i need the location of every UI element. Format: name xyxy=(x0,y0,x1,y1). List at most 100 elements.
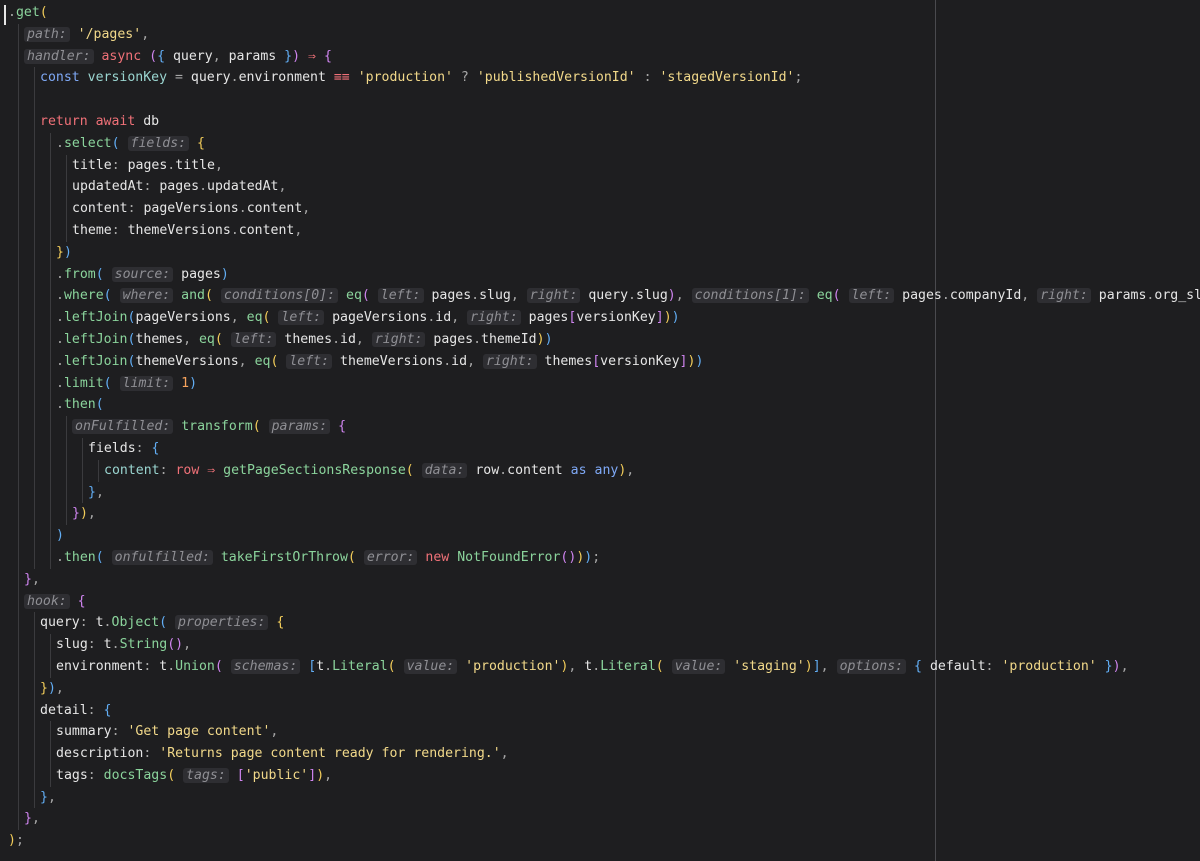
code-token: eq xyxy=(816,288,833,304)
code-token: ) xyxy=(671,310,680,326)
code-token: , xyxy=(500,746,509,762)
code-token: query xyxy=(165,48,213,64)
indent-guide xyxy=(18,416,19,438)
indent-guide xyxy=(18,219,19,242)
code-token: pages xyxy=(425,331,474,347)
indent-guide xyxy=(18,612,19,635)
line-tokens: updatedAt: pages.updatedAt, xyxy=(72,176,286,198)
code-editor[interactable]: .get(path: '/pages', handler: async ({ qu… xyxy=(0,0,1200,861)
inlay-hint: left: xyxy=(278,310,325,326)
code-token: 'production' xyxy=(465,658,561,674)
indent-guide xyxy=(18,328,19,351)
code-token: } xyxy=(40,680,48,696)
indent-guide xyxy=(34,677,35,700)
line-tokens: }, xyxy=(24,569,40,591)
line-tokens: return await db xyxy=(40,111,159,133)
inlay-hint: where: xyxy=(119,288,174,304)
code-token: { xyxy=(151,440,160,456)
code-token: : xyxy=(87,637,96,653)
line-tokens: fields: { xyxy=(88,438,160,460)
code-token: ( xyxy=(167,767,176,783)
line-tokens: .then( xyxy=(56,394,104,416)
indent-guide xyxy=(18,23,19,46)
code-token: } xyxy=(24,571,32,587)
inlay-hint: onFulfilled: xyxy=(72,419,174,435)
line-tokens: }) xyxy=(56,242,72,264)
line-tokens: onFulfilled: transform( params: { xyxy=(72,416,346,438)
inlay-hint: handler: xyxy=(24,48,94,64)
indent-guide xyxy=(66,481,67,504)
indent-guide xyxy=(18,437,19,460)
code-token: row xyxy=(467,462,500,478)
code-token: . xyxy=(592,658,601,674)
code-token: . xyxy=(471,288,480,304)
inlay-hint: hook: xyxy=(24,593,70,609)
code-token: theme xyxy=(72,222,112,238)
code-token: , xyxy=(324,767,333,783)
code-token: ) xyxy=(47,680,56,696)
line-tokens: }, xyxy=(24,808,40,830)
code-token: content xyxy=(238,222,295,238)
code-token: , xyxy=(55,680,64,696)
code-token: fields xyxy=(88,440,136,456)
code-token: : xyxy=(111,222,120,238)
inlay-hint: right: xyxy=(371,331,426,347)
indent-guide xyxy=(18,481,19,504)
code-token: } xyxy=(284,48,293,64)
indent-guide xyxy=(34,176,35,199)
code-token: , xyxy=(467,353,476,369)
code-token: leftJoin xyxy=(63,331,128,347)
indent-guide xyxy=(18,655,19,678)
line-tokens: .get( xyxy=(8,2,48,24)
line-tokens: .select( fields: { xyxy=(56,133,205,155)
indent-guide xyxy=(18,568,19,591)
code-token: id xyxy=(451,353,468,369)
line-tokens: environment: t.Union( schemas: [t.Litera… xyxy=(56,656,1129,678)
code-token: content xyxy=(104,462,160,478)
code-token: ( xyxy=(167,637,176,653)
code-token: ) xyxy=(804,658,813,674)
indent-guide xyxy=(34,655,35,678)
code-token: } xyxy=(40,789,48,805)
code-token: pageVersions xyxy=(135,310,231,326)
line-tokens: hook: { xyxy=(24,591,86,613)
code-token: query xyxy=(182,70,231,86)
indent-guide xyxy=(50,416,51,438)
code-token: ( xyxy=(204,288,213,304)
code-token: return xyxy=(40,113,88,129)
line-tokens: }, xyxy=(40,787,56,809)
code-token: . xyxy=(473,331,482,347)
code-token: [ xyxy=(236,767,245,783)
code-token: . xyxy=(324,658,333,674)
indent-guide xyxy=(50,394,51,417)
indent-guide xyxy=(18,241,19,264)
indent-guide xyxy=(50,634,51,656)
code-token: ( xyxy=(103,375,112,391)
indent-guide xyxy=(50,481,51,504)
inlay-hint: data: xyxy=(421,462,468,478)
indent-guide xyxy=(18,198,19,220)
code-token: environment xyxy=(56,658,144,674)
indent-guide xyxy=(50,328,51,351)
line-tokens: detail: { xyxy=(40,700,112,722)
code-token: org_slug xyxy=(1154,288,1200,304)
code-token: 'publishedVersionId' xyxy=(476,70,636,86)
code-token: . xyxy=(230,70,239,86)
indent-guide xyxy=(50,525,51,547)
code-token: . xyxy=(332,331,341,347)
code-token: [ xyxy=(592,353,601,369)
code-token: = xyxy=(175,70,183,86)
code-token: ( xyxy=(95,549,104,565)
code-token: 'staging' xyxy=(733,658,805,674)
code-token: slug xyxy=(636,288,668,304)
code-token: Object xyxy=(111,615,160,631)
